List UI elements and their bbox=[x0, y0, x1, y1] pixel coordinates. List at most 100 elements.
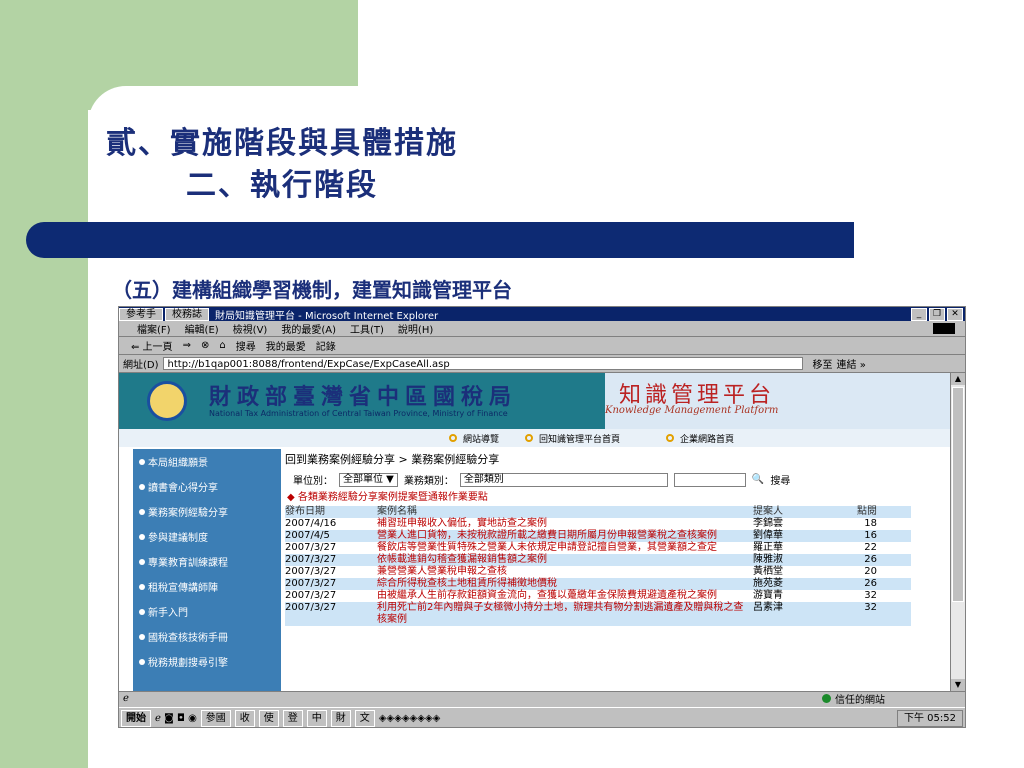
stop-button[interactable]: ⊗ bbox=[201, 340, 209, 351]
menu-edit[interactable]: 編輯(E) bbox=[185, 321, 219, 336]
platform-home-link[interactable]: 回知識管理平台首頁 bbox=[525, 432, 620, 445]
search-button[interactable]: 搜尋 bbox=[236, 338, 256, 353]
taskbar-task[interactable]: 參國 bbox=[200, 709, 231, 727]
sidenav-item[interactable]: 新手入門 bbox=[133, 599, 281, 624]
system-tray-icons[interactable]: ◈◈◈◈◈◈◈◈ bbox=[379, 713, 441, 724]
intranet-home-link[interactable]: 企業網路首頁 bbox=[666, 432, 734, 445]
sidenav-item[interactable]: 租稅宣傳講師陣 bbox=[133, 574, 281, 599]
bullet-icon bbox=[139, 558, 145, 565]
row-title-link[interactable]: 兼營營業人營業稅申報之查核 bbox=[377, 566, 753, 578]
type-filter-select[interactable]: 全部類別 bbox=[459, 472, 668, 487]
unit-filter-select[interactable]: 全部單位 ▼ bbox=[339, 472, 398, 487]
sidenav-item[interactable]: 參與建議制度 bbox=[133, 524, 281, 549]
header-date: 發布日期 bbox=[285, 506, 325, 517]
row-title-link[interactable]: 依帳載進銷勾稽查獲漏報銷售額之案例 bbox=[377, 554, 753, 566]
quicklaunch-icon[interactable]: ℯ ◙ ◘ ◉ bbox=[155, 713, 197, 724]
back-button[interactable]: ⇐ 上一頁 bbox=[131, 338, 173, 353]
trusted-zone-icon bbox=[822, 694, 831, 703]
sidenav-item[interactable]: 國稅查核技術手冊 bbox=[133, 624, 281, 649]
sidenav-label: 本局組織願景 bbox=[148, 458, 208, 469]
security-zone: 信任的網站 bbox=[822, 691, 885, 706]
header-hits: 點閱 bbox=[857, 506, 877, 517]
bullet-icon bbox=[139, 608, 145, 615]
filter-row: 單位別： 全部單位 ▼ 業務類別： 全部類別 🔍 搜尋 bbox=[285, 472, 951, 487]
favorites-button[interactable]: 我的最愛 bbox=[266, 338, 306, 353]
slide-title: 貳、實施階段與具體措施 bbox=[106, 126, 458, 161]
sidenav-item[interactable]: 業務案例經驗分享 bbox=[133, 499, 281, 524]
sidenav-item[interactable]: 專業教育訓練課程 bbox=[133, 549, 281, 574]
menu-tools[interactable]: 工具(T) bbox=[350, 321, 384, 336]
scroll-thumb[interactable] bbox=[952, 387, 964, 602]
bullet-icon bbox=[139, 583, 145, 590]
agency-english-name: National Tax Administration of Central T… bbox=[209, 409, 508, 418]
menu-bar: 檔案(F) 編輯(E) 檢視(V) 我的最愛(A) 工具(T) 說明(H) bbox=[119, 321, 965, 337]
row-proposer: 李錦雲 bbox=[753, 518, 783, 529]
site-map-link[interactable]: 網站導覽 bbox=[449, 432, 499, 445]
page-status-icon: ℯ bbox=[123, 693, 129, 704]
row-title-link[interactable]: 補習班申報收入偏低，實地訪查之案例 bbox=[377, 518, 753, 530]
site-banner: 財政部臺灣省中區國稅局 National Tax Administration … bbox=[119, 373, 951, 429]
table-row: 2007/3/27 綜合所得稅查核土地租賃所得補徵地價稅 施苑菱 26 bbox=[285, 578, 911, 590]
home-button[interactable]: ⌂ bbox=[219, 340, 225, 351]
row-title-link[interactable]: 餐飲店等營業性質特殊之營業人未依規定申請登記擅自營業，其營業額之查定 bbox=[377, 542, 753, 554]
intranet-home-label: 企業網路首頁 bbox=[680, 434, 735, 445]
menu-file[interactable]: 檔案(F) bbox=[137, 321, 171, 336]
security-zone-label: 信任的網站 bbox=[835, 695, 885, 706]
vertical-scrollbar[interactable]: ▲ ▼ bbox=[950, 373, 965, 691]
search-icon[interactable]: 🔍 bbox=[752, 474, 764, 485]
sidenav-item[interactable]: 讀書會心得分享 bbox=[133, 474, 281, 499]
menu-favorites[interactable]: 我的最愛(A) bbox=[281, 321, 336, 336]
forward-button[interactable]: ⇒ bbox=[183, 340, 191, 351]
scroll-up-icon[interactable]: ▲ bbox=[951, 373, 965, 385]
search-button[interactable]: 搜尋 bbox=[770, 472, 790, 487]
taskbar-tab[interactable]: 參考手 bbox=[119, 307, 163, 321]
address-input[interactable]: http://b1qap001:8088/frontend/ExpCase/Ex… bbox=[162, 357, 803, 370]
header-proposer: 提案人 bbox=[753, 506, 783, 517]
row-date: 2007/3/27 bbox=[285, 602, 337, 613]
sidenav-item[interactable]: 稅務規劃搜尋引擎 bbox=[133, 649, 281, 674]
close-button[interactable]: ✕ bbox=[947, 307, 963, 321]
taskbar-task[interactable]: 財 bbox=[330, 709, 351, 727]
sidenav-item[interactable]: 本局組織願景 bbox=[133, 449, 281, 474]
row-title-link[interactable]: 營業人進口貨物，未按稅款證所載之繳費日期所屬月份申報營業稅之查核案例 bbox=[377, 530, 753, 542]
start-button[interactable]: 開始 bbox=[121, 709, 151, 727]
sidenav-label: 國稅查核技術手冊 bbox=[148, 633, 228, 644]
taskbar-task[interactable]: 收 bbox=[234, 709, 255, 727]
guideline-link[interactable]: ◆ 各類業務經驗分享案例提案暨通報作業要點 bbox=[285, 488, 951, 503]
links-button[interactable]: 連結 » bbox=[837, 356, 866, 371]
row-date: 2007/3/27 bbox=[285, 542, 337, 553]
taskbar-task[interactable]: 文 bbox=[354, 709, 375, 727]
taskbar-tab[interactable]: 校務誌 bbox=[165, 307, 209, 321]
toolbar: ⇐ 上一頁 ⇒ ⊗ ⌂ 搜尋 我的最愛 記錄 bbox=[119, 337, 965, 355]
history-button[interactable]: 記錄 bbox=[316, 338, 336, 353]
search-input[interactable] bbox=[673, 472, 746, 487]
taskbar-task[interactable]: 中 bbox=[306, 709, 327, 727]
menu-view[interactable]: 檢視(V) bbox=[233, 321, 268, 336]
row-date: 2007/3/27 bbox=[285, 566, 337, 577]
row-title-link[interactable]: 由被繼承人生前存款鉅額資金流向，查獲以躉繳年金保險費規避遺產稅之案例 bbox=[377, 590, 753, 602]
scroll-down-icon[interactable]: ▼ bbox=[951, 679, 965, 691]
taskbar-task[interactable]: 登 bbox=[282, 709, 303, 727]
sidenav-label: 新手入門 bbox=[148, 608, 188, 619]
ie-logo-icon bbox=[933, 323, 955, 334]
address-bar: 網址(D) http://b1qap001:8088/frontend/ExpC… bbox=[119, 355, 965, 373]
slide-decoration-left bbox=[0, 0, 88, 768]
taskbar-task[interactable]: 使 bbox=[258, 709, 279, 727]
unit-filter-value: 全部單位 bbox=[343, 473, 383, 485]
row-title-link[interactable]: 利用死亡前2年內贈與子女極微小持分土地，辦理共有物分割逃漏遺產及贈與稅之查核案例 bbox=[377, 602, 753, 626]
table-header: 發布日期 案例名稱 提案人 點閱 bbox=[285, 506, 911, 518]
bullet-icon bbox=[449, 434, 457, 442]
page-viewport: 財政部臺灣省中區國稅局 National Tax Administration … bbox=[119, 373, 951, 691]
row-date: 2007/4/5 bbox=[285, 530, 330, 541]
menu-help[interactable]: 說明(H) bbox=[398, 321, 433, 336]
side-navigation: 本局組織願景 讀書會心得分享 業務案例經驗分享 參與建議制度 專業教育訓練課程 … bbox=[133, 449, 281, 691]
go-button[interactable]: 移至 bbox=[813, 356, 833, 371]
restore-button[interactable]: ❐ bbox=[929, 307, 945, 321]
minimize-button[interactable]: _ bbox=[911, 307, 927, 321]
browser-window: 參考手 校務誌 財局知識管理平台 - Microsoft Internet Ex… bbox=[118, 306, 966, 728]
row-proposer: 陳雅淑 bbox=[753, 554, 783, 565]
row-title-link[interactable]: 綜合所得稅查核土地租賃所得補徵地價稅 bbox=[377, 578, 753, 590]
row-date: 2007/3/27 bbox=[285, 554, 337, 565]
breadcrumb[interactable]: 回到業務案例經驗分享 > 業務案例經驗分享 bbox=[285, 451, 951, 467]
slide-subtitle: （五）建構組織學習機制，建置知識管理平台 bbox=[112, 278, 512, 302]
